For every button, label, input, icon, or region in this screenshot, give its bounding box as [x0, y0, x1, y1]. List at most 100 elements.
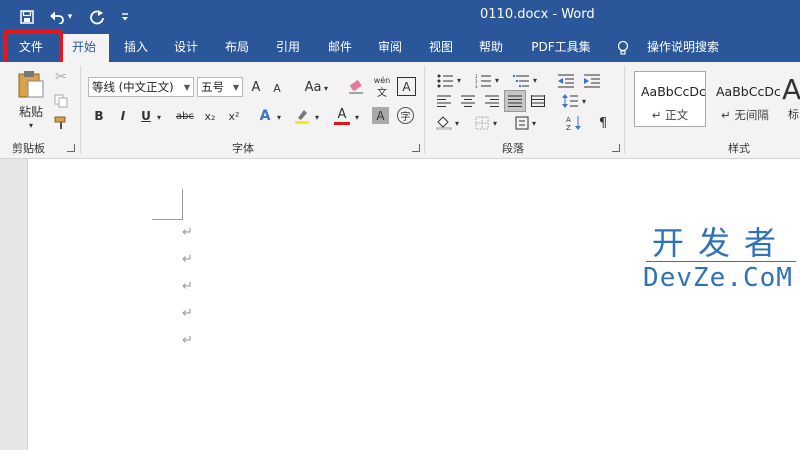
- chevron-down-icon[interactable]: ▾: [491, 117, 499, 129]
- chevron-down-icon[interactable]: ▾: [493, 74, 501, 86]
- character-border-icon[interactable]: A: [397, 77, 416, 96]
- font-name-select[interactable]: 等线 (中文正文) ▼: [88, 77, 194, 97]
- style-normal[interactable]: AaBbCcDc ↵ 正文: [634, 71, 706, 127]
- paste-icon[interactable]: [14, 68, 48, 100]
- paragraph-mark: ↵: [182, 279, 193, 294]
- customize-toolbar-icon[interactable]: [114, 6, 136, 28]
- paste-button[interactable]: 粘贴: [14, 103, 48, 119]
- chevron-down-icon[interactable]: ▾: [353, 111, 361, 123]
- strikethrough-icon[interactable]: abc: [174, 107, 196, 125]
- style-heading-name[interactable]: 标: [788, 106, 800, 122]
- watermark-logo: 开发者 DevZe.CoM: [640, 226, 796, 294]
- style-no-spacing-name: ↵ 无间隔: [721, 108, 769, 122]
- clipboard-dialog-launcher[interactable]: [67, 144, 75, 152]
- clear-formatting-icon[interactable]: [346, 77, 366, 97]
- format-painter-icon[interactable]: [52, 114, 70, 132]
- tab-home[interactable]: 开始: [59, 34, 109, 62]
- save-icon[interactable]: [16, 6, 38, 28]
- tab-references[interactable]: 引用: [265, 34, 311, 62]
- tab-help[interactable]: 帮助: [468, 34, 514, 62]
- chevron-down-icon: ▼: [232, 83, 239, 92]
- font-dialog-launcher[interactable]: [412, 144, 420, 152]
- document-page[interactable]: ↵ ↵ ↵ ↵ ↵: [27, 159, 800, 450]
- tab-pdf-tools[interactable]: PDF工具集: [526, 34, 596, 62]
- sort-icon[interactable]: AZ: [564, 114, 584, 132]
- character-shading-icon[interactable]: A: [372, 107, 389, 124]
- cut-icon[interactable]: ✂: [52, 68, 70, 86]
- multilevel-list-icon[interactable]: [510, 72, 532, 90]
- tab-view[interactable]: 视图: [418, 34, 464, 62]
- tab-mailings[interactable]: 邮件: [317, 34, 363, 62]
- subscript-icon[interactable]: x₂: [201, 107, 219, 125]
- tab-layout[interactable]: 布局: [214, 34, 260, 62]
- enclose-characters-icon[interactable]: 字: [397, 107, 414, 124]
- paragraph-group-label: 段落: [502, 142, 524, 155]
- style-no-spacing[interactable]: AaBbCcDc ↵ 无间隔: [709, 71, 781, 127]
- chevron-down-icon[interactable]: ▾: [313, 111, 321, 123]
- align-center-icon[interactable]: [458, 92, 478, 110]
- chevron-down-icon[interactable]: ▾: [275, 111, 283, 123]
- copy-icon[interactable]: [52, 92, 70, 110]
- bullets-icon[interactable]: [434, 72, 456, 90]
- group-divider: [80, 66, 81, 154]
- undo-dropdown-icon[interactable]: ▾: [64, 6, 76, 28]
- bold-icon[interactable]: B: [92, 107, 106, 125]
- chevron-down-icon[interactable]: ▾: [530, 117, 538, 129]
- chevron-down-icon[interactable]: ▾: [580, 95, 588, 107]
- show-hide-marks-icon[interactable]: ¶: [594, 114, 612, 132]
- chevron-down-icon[interactable]: ▾: [453, 117, 461, 129]
- chevron-down-icon[interactable]: ▾: [531, 74, 539, 86]
- style-no-spacing-sample: AaBbCcDc: [716, 84, 780, 99]
- svg-text:A: A: [566, 116, 571, 124]
- font-name-value: 等线 (中文正文): [92, 80, 174, 94]
- style-normal-sample: AaBbCcDc: [641, 84, 705, 99]
- font-group-label: 字体: [232, 142, 254, 155]
- increase-indent-icon[interactable]: [582, 72, 602, 90]
- superscript-icon[interactable]: x²: [225, 107, 243, 125]
- paragraph-mark: ↵: [182, 252, 193, 267]
- chevron-down-icon[interactable]: ▾: [455, 74, 463, 86]
- font-color-bar: [334, 122, 350, 125]
- paragraph-dialog-launcher[interactable]: [612, 144, 620, 152]
- chinese-layout-icon[interactable]: [512, 114, 532, 132]
- decrease-indent-icon[interactable]: [556, 72, 576, 90]
- lightbulb-icon[interactable]: [612, 34, 634, 62]
- align-right-icon[interactable]: [482, 92, 502, 110]
- font-size-select[interactable]: 五号 ▼: [197, 77, 243, 97]
- document-title: 0110.docx - Word: [480, 7, 595, 22]
- distributed-icon[interactable]: [528, 92, 548, 110]
- style-normal-name: ↵ 正文: [651, 108, 689, 122]
- tab-review[interactable]: 审阅: [367, 34, 413, 62]
- tab-insert[interactable]: 插入: [113, 34, 159, 62]
- redo-icon[interactable]: [86, 6, 108, 28]
- grow-font-icon[interactable]: A: [248, 77, 264, 97]
- paragraph-mark: ↵: [182, 225, 193, 240]
- crop-mark: [182, 189, 183, 219]
- font-color-icon[interactable]: A: [332, 105, 352, 127]
- shrink-font-icon[interactable]: A: [270, 79, 284, 97]
- shading-icon[interactable]: [434, 114, 454, 132]
- tell-me-search[interactable]: 操作说明搜索: [638, 34, 728, 62]
- paste-dropdown-icon[interactable]: ▾: [24, 120, 38, 130]
- font-color-glyph: A: [337, 107, 347, 122]
- align-left-icon[interactable]: [434, 92, 454, 110]
- change-case-icon[interactable]: Aa: [302, 77, 324, 97]
- chevron-down-icon[interactable]: ▾: [155, 111, 163, 123]
- svg-text:Z: Z: [566, 124, 571, 131]
- justify-icon[interactable]: [504, 90, 526, 112]
- style-heading-sample[interactable]: A: [782, 72, 800, 106]
- underline-icon[interactable]: U: [139, 107, 153, 125]
- borders-icon[interactable]: [472, 114, 492, 132]
- line-spacing-icon[interactable]: [560, 92, 580, 110]
- title-bar: ▾ 0110.docx - Word: [0, 0, 800, 34]
- italic-icon[interactable]: I: [116, 107, 130, 125]
- group-divider: [624, 66, 625, 154]
- text-effects-icon[interactable]: A: [256, 106, 274, 126]
- paragraph-mark: ↵: [182, 306, 193, 321]
- highlight-color-icon[interactable]: [292, 106, 312, 126]
- tab-design[interactable]: 设计: [163, 34, 209, 62]
- phonetic-guide-icon[interactable]: 文: [372, 85, 392, 99]
- chevron-down-icon[interactable]: ▾: [322, 81, 330, 95]
- numbering-icon[interactable]: 123: [472, 72, 494, 90]
- styles-group-label: 样式: [728, 142, 750, 155]
